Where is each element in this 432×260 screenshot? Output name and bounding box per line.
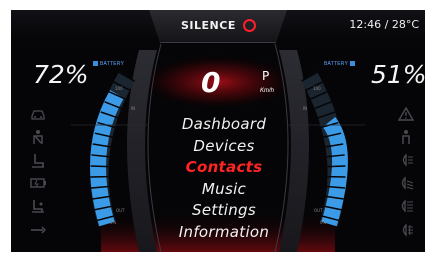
gear-indicator: P: [262, 69, 270, 83]
seat-belt-icon: [33, 130, 43, 144]
clock-temperature: 12:46 / 28°C: [349, 18, 419, 31]
brand-logo-text: SILENCE: [181, 19, 236, 32]
svg-text:OUT: OUT: [116, 208, 125, 213]
menu-item-devices[interactable]: Devices: [161, 136, 287, 158]
dashboard-screen: 0% OUT IN 100 0% OUT IN 100 SILENCE 12:4…: [11, 10, 425, 252]
menu-item-information[interactable]: Information: [161, 222, 287, 244]
right-battery-label: BATTERY: [324, 61, 355, 67]
right-battery-percent: 51%: [371, 60, 425, 89]
menu-item-dashboard[interactable]: Dashboard: [161, 114, 287, 136]
high-beam-icon: [401, 199, 413, 213]
svg-text:0%: 0%: [110, 220, 117, 225]
right-battery-gauge: [301, 71, 348, 227]
svg-text:100: 100: [313, 86, 321, 91]
person-icon: [402, 130, 410, 144]
headlight-icon: [402, 153, 413, 167]
battery-charge-icon: [30, 178, 46, 188]
fog-light-icon: [402, 223, 413, 237]
svg-text:OUT: OUT: [314, 208, 323, 213]
svg-text:IN: IN: [131, 106, 135, 111]
menu-item-settings[interactable]: Settings: [161, 200, 287, 222]
seat-icon: [32, 200, 44, 213]
menu-item-music[interactable]: Music: [161, 179, 287, 201]
svg-text:IN: IN: [303, 106, 307, 111]
wrench-icon: [31, 226, 46, 234]
left-battery-label: BATTERY: [93, 61, 124, 67]
warning-triangle-icon: [397, 106, 415, 121]
svg-text:0%: 0%: [320, 220, 327, 225]
brand-logo-icon: [243, 19, 256, 32]
left-battery-percent: 72%: [33, 60, 89, 89]
speed-value: 0: [201, 66, 221, 99]
speed-unit: Km/h: [260, 88, 275, 94]
car-front-icon: [31, 110, 45, 120]
svg-text:100: 100: [115, 86, 123, 91]
seat-heater-icon: [32, 154, 44, 168]
low-beam-icon: [401, 176, 414, 190]
battery-icon: [350, 61, 355, 67]
menu-item-contacts[interactable]: Contacts: [161, 157, 287, 179]
left-battery-gauge: [90, 71, 135, 227]
main-menu: Dashboard Devices Contacts Music Setting…: [161, 114, 287, 243]
battery-icon: [93, 61, 98, 67]
